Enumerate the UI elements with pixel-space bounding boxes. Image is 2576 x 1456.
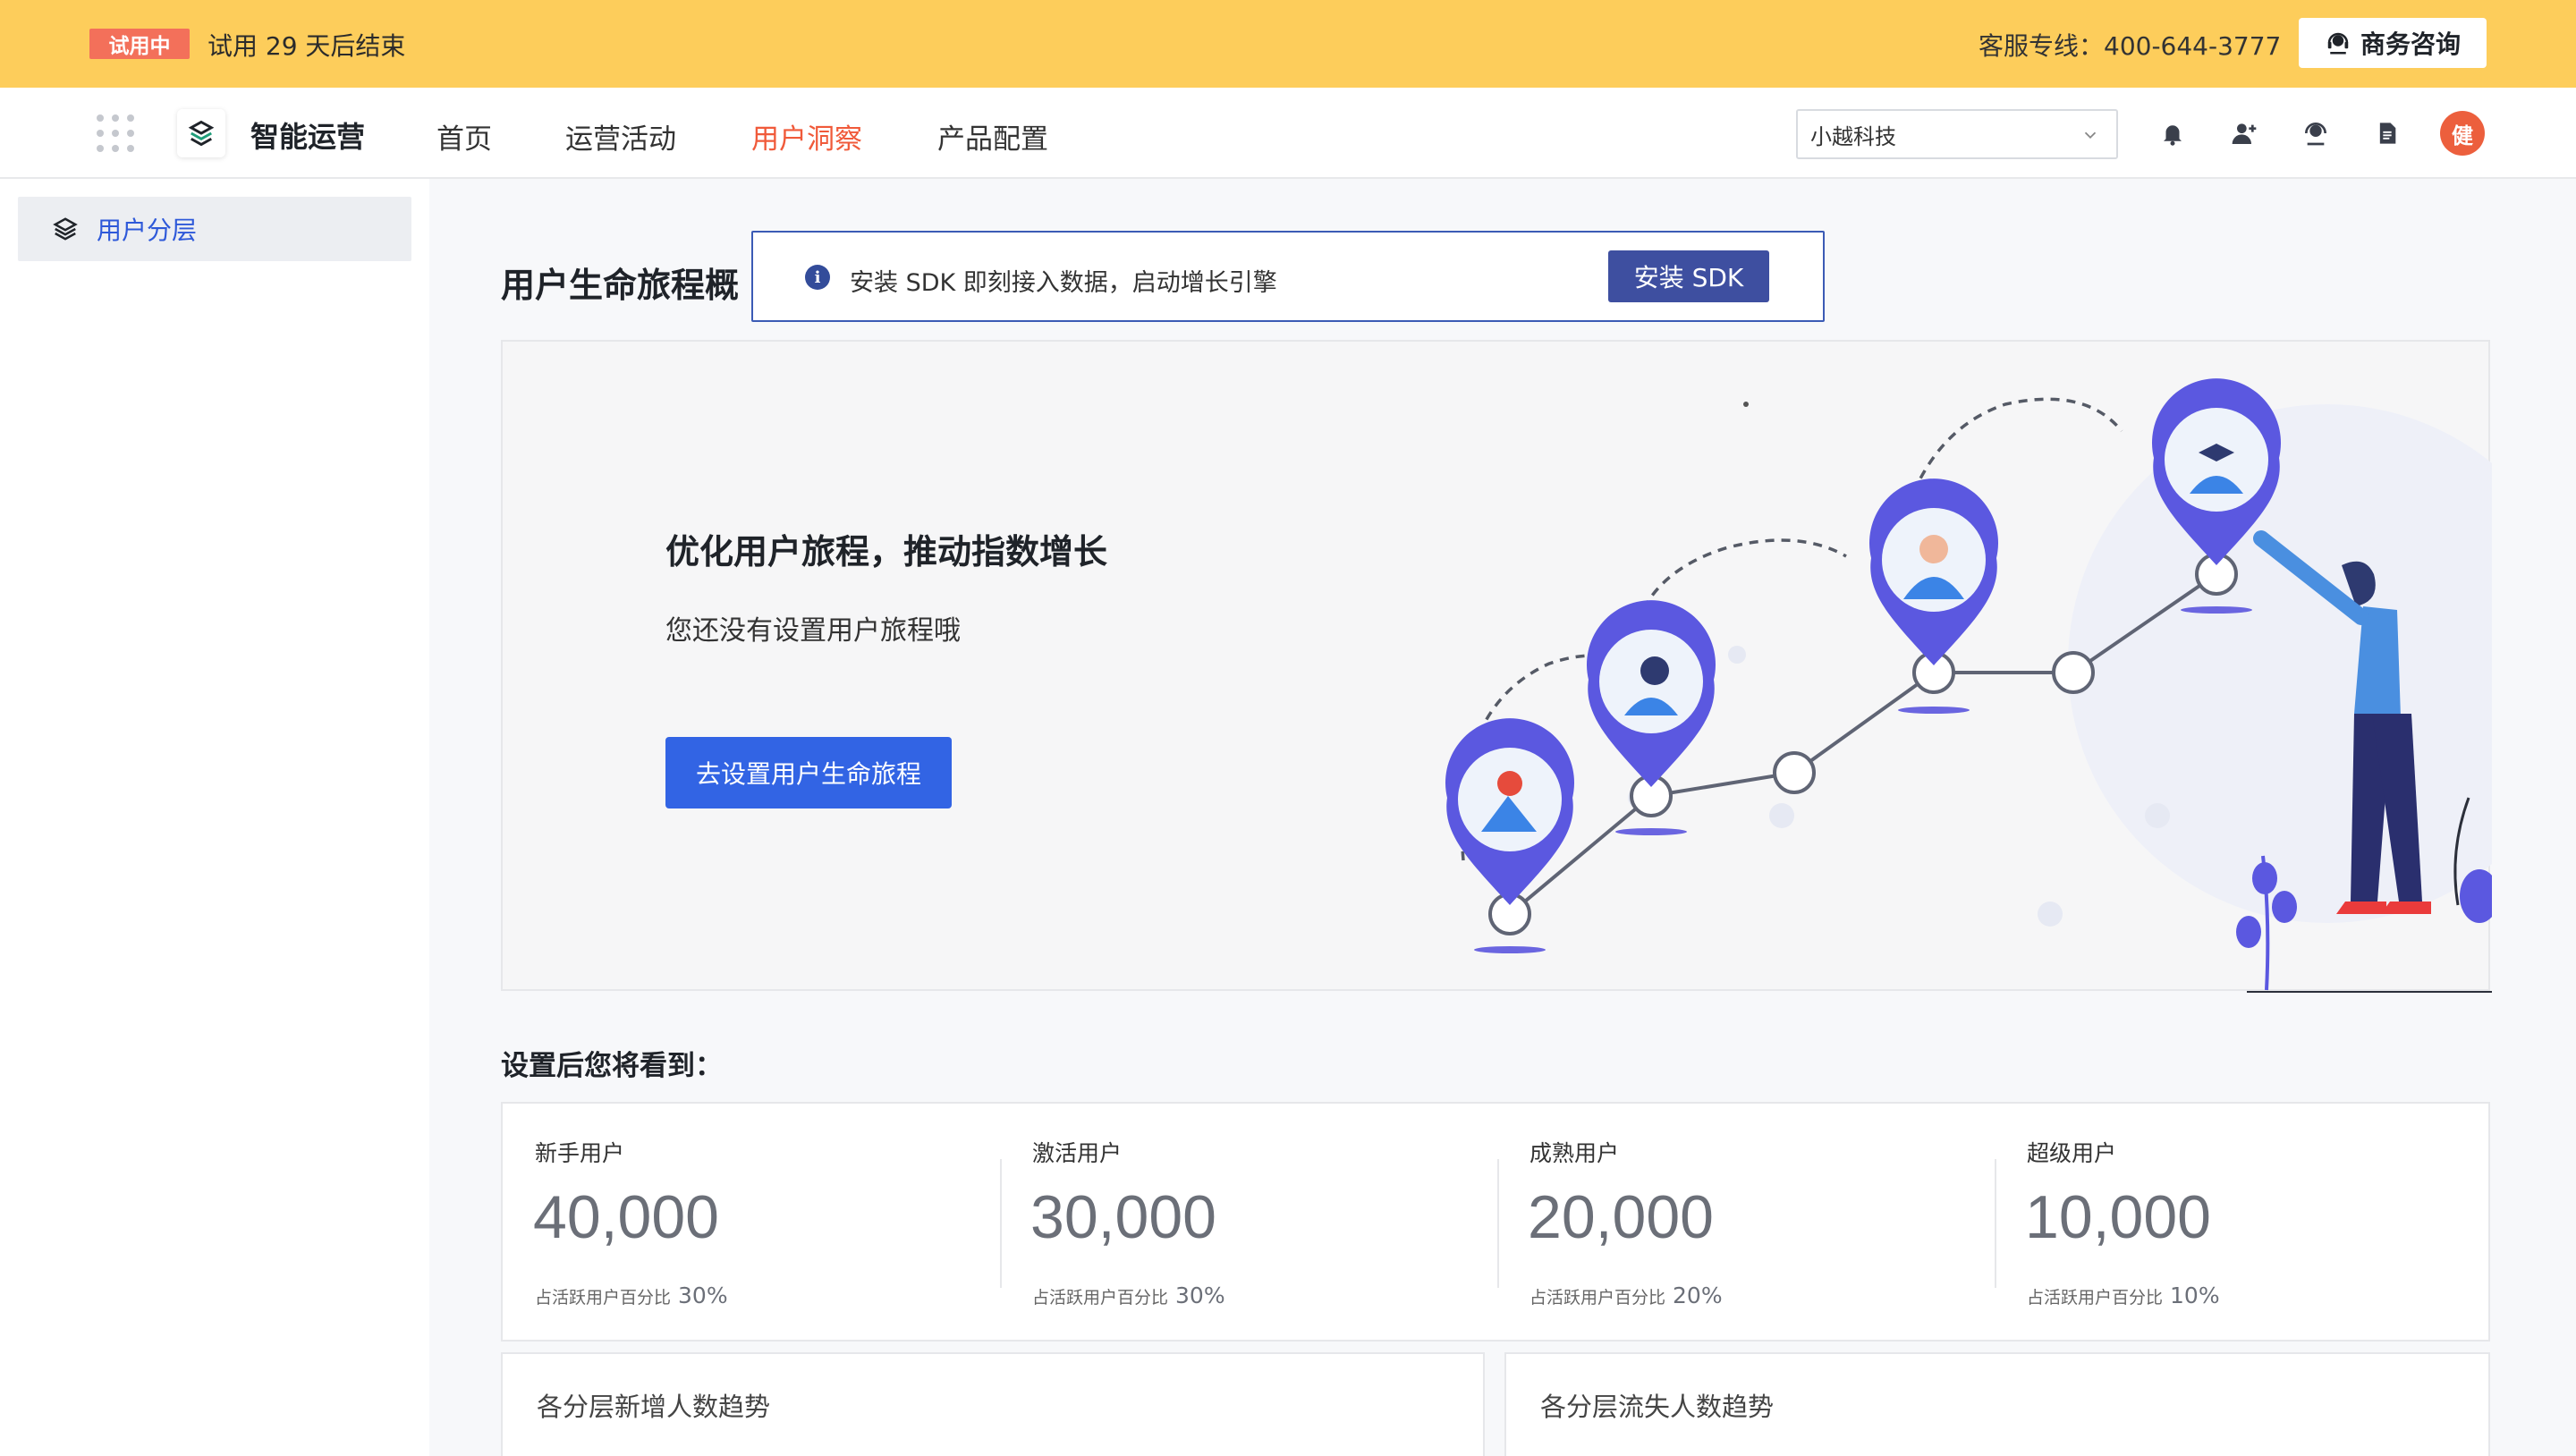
hero-subtitle: 您还没有设置用户旅程哦	[665, 615, 961, 647]
preview-section-title: 设置后您将看到：	[501, 1050, 723, 1082]
install-sdk-button[interactable]: 安装 SDK	[1608, 250, 1769, 302]
org-select-value: 小越科技	[1810, 123, 1896, 149]
stat-activated: 激活用户 30,000 占活跃用户百分比 30%	[1000, 1104, 1497, 1340]
hotline-text: 客服专线：400-644-3777	[1979, 31, 2282, 61]
sidebar-item-user-segments[interactable]: 用户分层	[18, 197, 411, 261]
business-consult-label: 商务咨询	[2360, 30, 2461, 59]
app-logo	[177, 109, 225, 157]
headset-icon	[2327, 32, 2349, 55]
app-grid-icon[interactable]	[97, 114, 134, 152]
stat-label: 新手用户	[535, 1140, 625, 1166]
document-icon[interactable]	[2372, 118, 2402, 148]
hero-title: 优化用户旅程，推动指数增长	[665, 532, 1108, 571]
stat-value: 30,000	[1030, 1183, 1216, 1251]
journey-empty-state: 优化用户旅程，推动指数增长 您还没有设置用户旅程哦 去设置用户生命旅程	[501, 340, 2492, 993]
sdk-notice-text: 安装 SDK 即刻接入数据，启动增长引擎	[850, 269, 1277, 297]
nav-user-insights[interactable]: 用户洞察	[751, 116, 862, 157]
app-name: 智能运营	[250, 120, 366, 154]
page-title: 用户生命旅程概	[501, 266, 740, 305]
new-users-trend-card: 各分层新增人数趋势	[501, 1352, 1485, 1456]
stat-percent: 30%	[678, 1282, 728, 1308]
support-icon[interactable]	[2301, 118, 2331, 148]
business-consult-button[interactable]: 商务咨询	[2299, 18, 2487, 68]
stat-footer-label: 占活跃用户百分比	[1032, 1288, 1169, 1308]
user-avatar[interactable]: 健	[2440, 111, 2485, 156]
stat-label: 成熟用户	[1530, 1140, 1620, 1166]
stat-label: 激活用户	[1032, 1140, 1123, 1166]
stat-value: 10,000	[2025, 1183, 2211, 1251]
stat-footer: 占活跃用户百分比 30%	[1032, 1282, 1225, 1308]
stat-label: 超级用户	[2027, 1140, 2117, 1166]
stat-percent: 10%	[2170, 1282, 2220, 1308]
stat-footer-label: 占活跃用户百分比	[535, 1288, 672, 1308]
setup-journey-button[interactable]: 去设置用户生命旅程	[665, 737, 952, 808]
journey-illustration	[1445, 378, 2492, 993]
churn-trend-card: 各分层流失人数趋势	[1504, 1352, 2490, 1456]
add-user-icon[interactable]	[2229, 118, 2259, 148]
chevron-down-icon	[2084, 131, 2097, 140]
org-select[interactable]: 小越科技	[1796, 109, 2118, 159]
sidebar: 用户分层	[0, 179, 429, 1456]
top-nav: 智能运营 首页 运营活动 用户洞察 产品配置 小越科技 健	[0, 88, 2576, 179]
nav-home[interactable]: 首页	[436, 116, 492, 157]
trial-tag: 试用中	[89, 29, 190, 59]
stat-value: 20,000	[1528, 1183, 1714, 1251]
stat-newbie: 新手用户 40,000 占活跃用户百分比 30%	[503, 1104, 1000, 1340]
bell-icon[interactable]	[2157, 118, 2188, 148]
segment-stats-card: 新手用户 40,000 占活跃用户百分比 30% 激活用户 30,000 占活跃用…	[501, 1102, 2490, 1342]
trend-title: 各分层流失人数趋势	[1540, 1392, 1775, 1422]
trial-text: 试用 29 天后结束	[208, 31, 406, 61]
layers-icon	[53, 217, 78, 241]
logo-icon	[188, 120, 215, 147]
info-icon: i	[805, 265, 830, 290]
sidebar-item-label: 用户分层	[97, 216, 198, 245]
stat-footer: 占活跃用户百分比 30%	[535, 1282, 728, 1308]
nav-product-config[interactable]: 产品配置	[937, 116, 1048, 157]
nav-campaigns[interactable]: 运营活动	[565, 116, 676, 157]
stat-super: 超级用户 10,000 占活跃用户百分比 10%	[1995, 1104, 2492, 1340]
trend-title: 各分层新增人数趋势	[537, 1392, 771, 1422]
sdk-notice: i 安装 SDK 即刻接入数据，启动增长引擎 安装 SDK	[751, 231, 1825, 322]
stat-footer: 占活跃用户百分比 20%	[1530, 1282, 1723, 1308]
stat-mature: 成熟用户 20,000 占活跃用户百分比 20%	[1497, 1104, 1995, 1340]
stat-percent: 20%	[1673, 1282, 1723, 1308]
stat-footer-label: 占活跃用户百分比	[1530, 1288, 1666, 1308]
stat-footer: 占活跃用户百分比 10%	[2027, 1282, 2220, 1308]
stat-percent: 30%	[1175, 1282, 1225, 1308]
stat-footer-label: 占活跃用户百分比	[2027, 1288, 2164, 1308]
trial-banner: 试用中 试用 29 天后结束 客服专线：400-644-3777 商务咨询	[0, 0, 2576, 88]
stat-value: 40,000	[533, 1183, 719, 1251]
